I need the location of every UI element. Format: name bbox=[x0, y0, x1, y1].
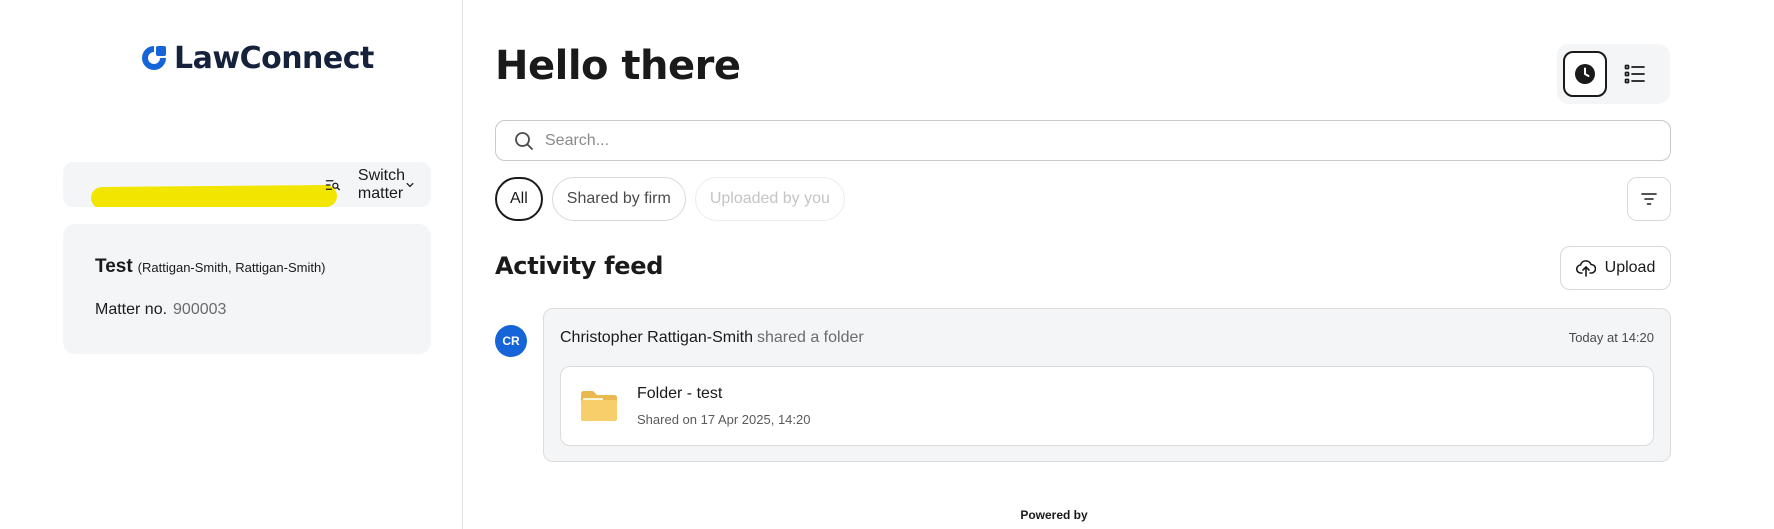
search-bar bbox=[495, 120, 1671, 161]
list-view-button[interactable] bbox=[1613, 51, 1657, 97]
matter-name: Test bbox=[95, 256, 133, 277]
list-search-icon bbox=[325, 179, 341, 190]
chevron-down-icon bbox=[406, 182, 414, 187]
activity-item: Christopher Rattigan-Smith shared a folde… bbox=[543, 308, 1671, 462]
timeline-view-button[interactable] bbox=[1563, 51, 1607, 97]
switch-matter-label: Switch matter bbox=[357, 166, 406, 202]
highlight-mark bbox=[90, 184, 338, 207]
activity-action: shared a folder bbox=[756, 329, 864, 346]
shared-folder-card[interactable]: Folder - test Shared on 17 Apr 2025, 14:… bbox=[560, 366, 1654, 446]
upload-button[interactable]: Upload bbox=[1560, 246, 1671, 290]
powered-by-footer: Powered by bbox=[994, 508, 1114, 522]
view-toggle bbox=[1557, 44, 1670, 104]
brand-name: LawConnect bbox=[174, 40, 374, 76]
lawconnect-logo-icon bbox=[142, 46, 166, 70]
upload-label: Upload bbox=[1604, 259, 1656, 276]
folder-shared-date: Shared on 17 Apr 2025, 14:20 bbox=[637, 412, 811, 427]
filter-chips: All Shared by firm Uploaded by you bbox=[495, 177, 854, 221]
search-input[interactable] bbox=[545, 131, 1652, 150]
folder-icon bbox=[581, 391, 617, 421]
list-icon bbox=[1624, 64, 1645, 84]
main-content: Hello there Search... All Shared by firm… bbox=[463, 0, 1774, 529]
matter-number-value: 900003 bbox=[173, 301, 227, 318]
switch-matter-button[interactable]: Switch matter bbox=[63, 162, 431, 207]
activity-timestamp: Today at 14:20 bbox=[1568, 330, 1654, 345]
matter-number-label: Matter no. bbox=[95, 301, 168, 318]
avatar: CR bbox=[495, 325, 527, 357]
folder-name: Folder - test bbox=[637, 385, 723, 402]
search-icon bbox=[515, 131, 533, 150]
filter-button[interactable] bbox=[1627, 177, 1671, 221]
matter-card: Test (Rattigan-Smith, Rattigan-Smith) Ma… bbox=[63, 224, 431, 354]
matter-parties: (Rattigan-Smith, Rattigan-Smith) bbox=[137, 260, 326, 275]
matter-title: Test (Rattigan-Smith, Rattigan-Smith) bbox=[95, 256, 326, 278]
activity-actor: Christopher Rattigan-Smith bbox=[560, 329, 753, 346]
filter-chip-shared-by-firm[interactable]: Shared by firm bbox=[551, 177, 686, 221]
page-title: Hello there bbox=[495, 43, 741, 89]
activity-description: Christopher Rattigan-Smith shared a folde… bbox=[560, 329, 864, 347]
sidebar: LawConnect Switch matter Test (Rattigan-… bbox=[0, 0, 463, 529]
cloud-upload-icon bbox=[1575, 260, 1596, 277]
matter-number: Matter no. 900003 bbox=[95, 301, 226, 319]
filter-icon bbox=[1641, 193, 1657, 205]
lawconnect-logo[interactable]: LawConnect bbox=[138, 40, 374, 76]
clock-icon bbox=[1575, 64, 1595, 84]
filter-chip-uploaded-by-you[interactable]: Uploaded by you bbox=[694, 177, 845, 221]
powered-by-label: Powered by bbox=[1020, 508, 1088, 522]
filter-chip-all[interactable]: All bbox=[495, 177, 543, 221]
activity-feed-title: Activity feed bbox=[495, 252, 664, 280]
